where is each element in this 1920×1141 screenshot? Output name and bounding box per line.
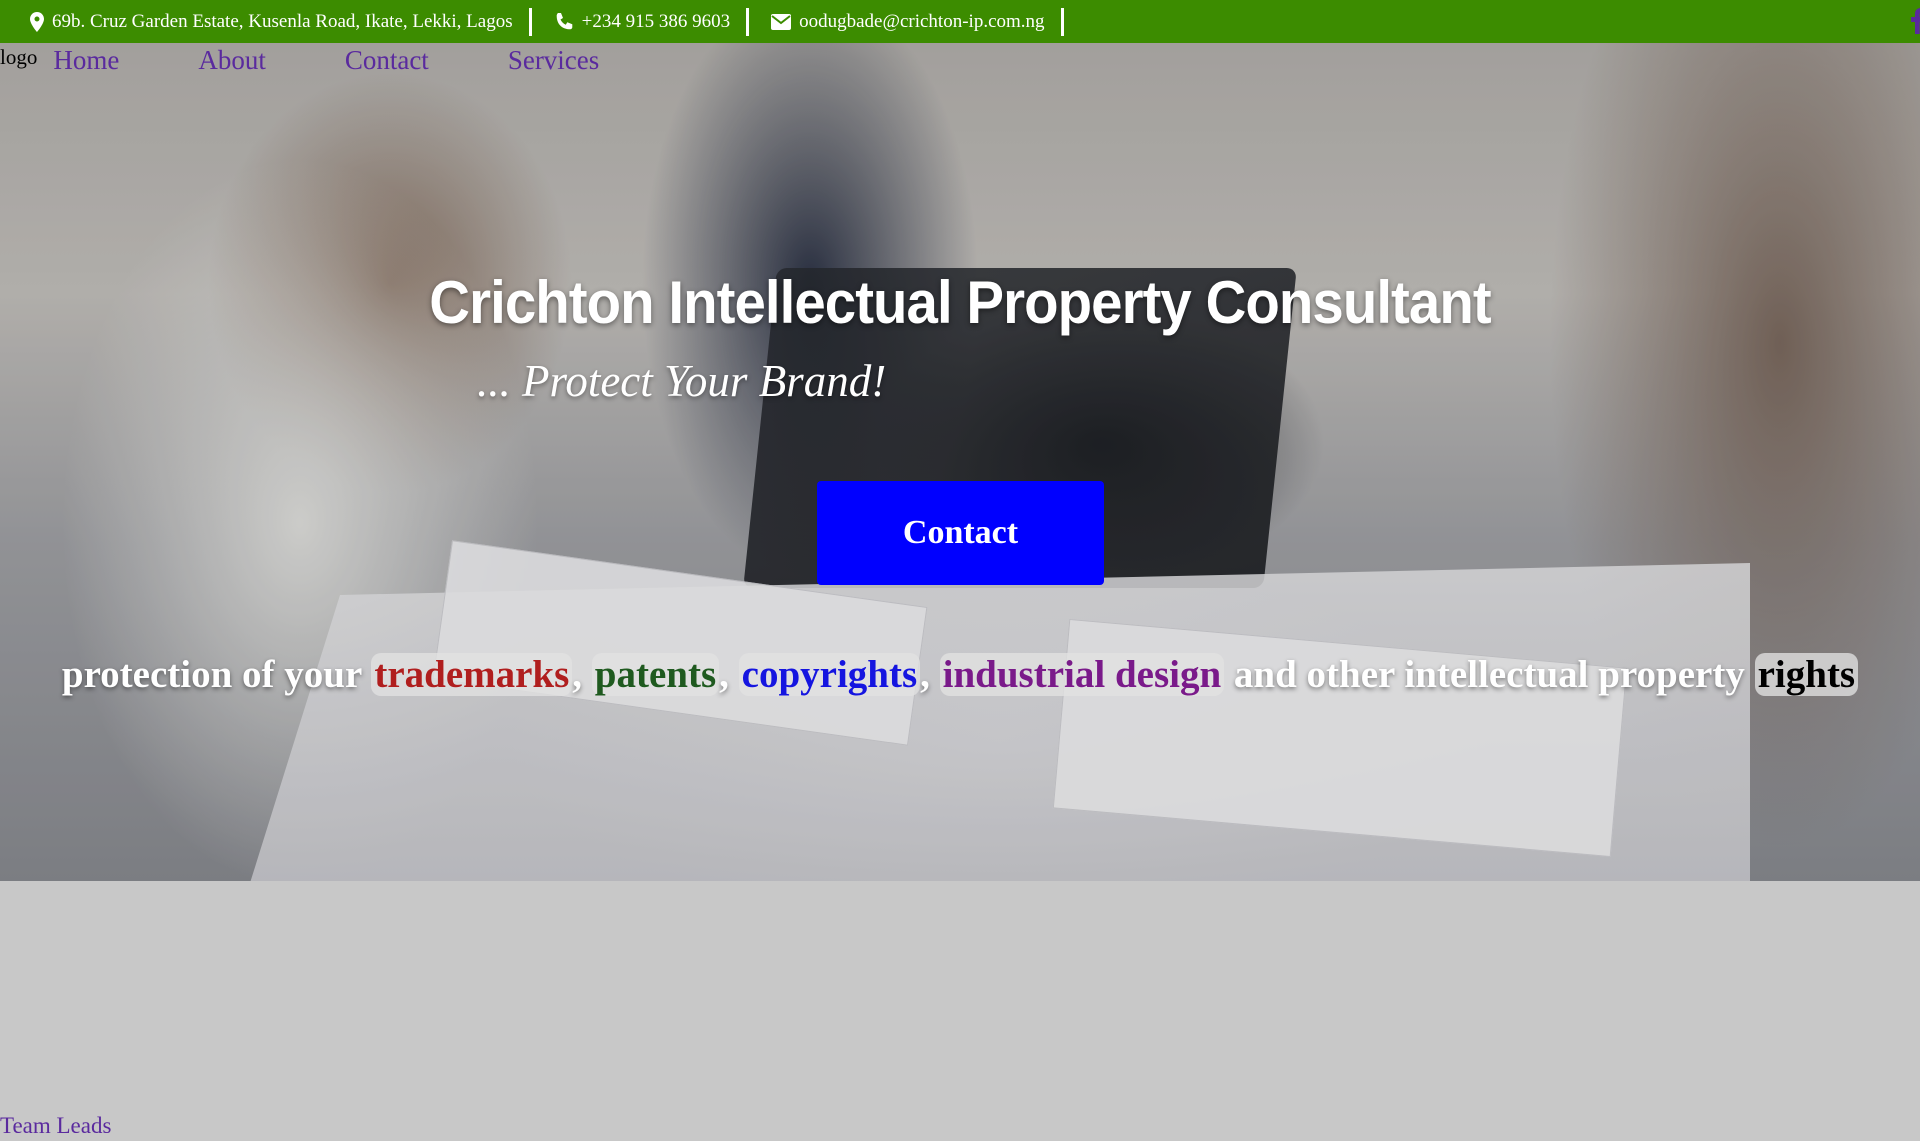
address-text: 69b. Cruz Garden Estate, Kusenla Road, I…	[52, 10, 513, 32]
divider	[1060, 7, 1064, 36]
main-nav: logo Home About Contact Services	[0, 43, 678, 83]
address-item: 69b. Cruz Garden Estate, Kusenla Road, I…	[30, 11, 513, 33]
nav-link-about[interactable]: About	[198, 43, 266, 76]
ip-protection-line: protection of your trademarks, patents, …	[0, 652, 1920, 697]
phone-item[interactable]: +234 915 386 9603	[554, 11, 730, 33]
top-info-bar: 69b. Cruz Garden Estate, Kusenla Road, I…	[0, 0, 1920, 43]
phone-icon	[556, 12, 572, 29]
phone-text[interactable]: +234 915 386 9603	[582, 11, 730, 33]
map-pin-icon	[30, 11, 44, 32]
chip-trademarks-label: trademarks	[374, 653, 570, 696]
hero-tagline: ... Protect Your Brand!	[477, 356, 887, 406]
chip-patents-label: patents	[594, 653, 717, 696]
logo[interactable]: logo	[0, 43, 37, 70]
divider	[528, 7, 532, 36]
email-item[interactable]: oodugbade@crichton-ip.com.ng	[771, 11, 1045, 33]
contact-button[interactable]: Contact	[817, 481, 1104, 585]
divider	[746, 7, 750, 36]
envelope-icon	[771, 13, 792, 30]
ip-line-prefix: protection of your	[61, 653, 362, 696]
hero-banner	[0, 43, 1920, 881]
chip-trademarks: trademarks	[371, 653, 573, 696]
chip-copyrights-label: copyrights	[741, 653, 918, 696]
chip-industrial-design-label: industrial design	[942, 653, 1222, 696]
facebook-icon[interactable]	[1906, 8, 1920, 34]
nav-link-home[interactable]: Home	[53, 43, 119, 76]
chip-rights: rights	[1754, 653, 1859, 696]
chip-industrial-design: industrial design	[939, 653, 1225, 696]
email-text[interactable]: oodugbade@crichton-ip.com.ng	[799, 11, 1044, 33]
team-leads-link[interactable]: Team Leads	[0, 1113, 111, 1139]
chip-patents: patents	[591, 653, 720, 696]
hero-overlay	[0, 43, 1920, 881]
nav-link-services[interactable]: Services	[508, 43, 599, 76]
nav-link-contact[interactable]: Contact	[345, 43, 429, 76]
ip-line-middle: and other intellectual property	[1233, 653, 1745, 696]
chip-rights-label: rights	[1757, 653, 1856, 696]
hero-title: Crichton Intellectual Property Consultan…	[429, 269, 1491, 336]
chip-copyrights: copyrights	[738, 653, 921, 696]
